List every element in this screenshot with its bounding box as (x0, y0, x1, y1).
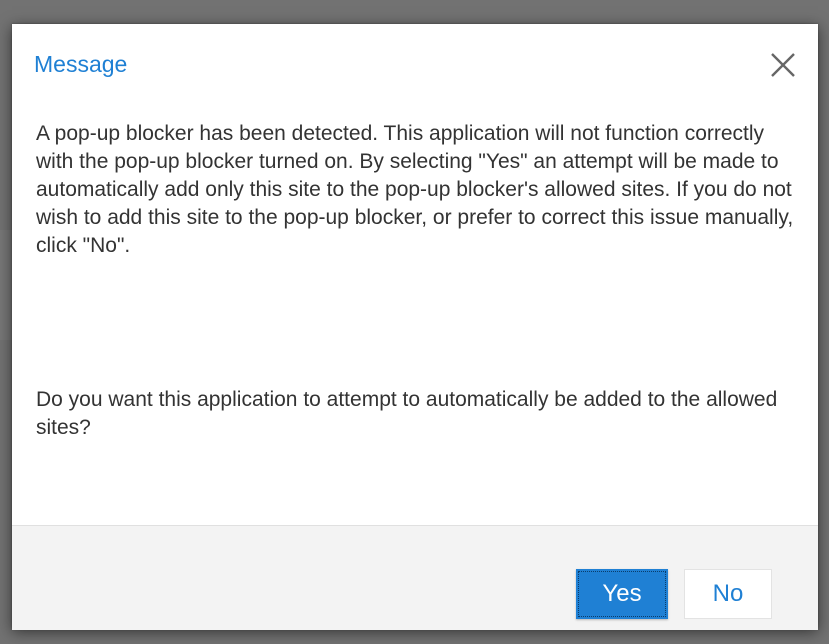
dialog-body: A pop-up blocker has been detected. This… (36, 120, 802, 442)
close-icon (764, 46, 802, 84)
dialog-title: Message (34, 51, 128, 77)
dialog-message: A pop-up blocker has been detected. This… (36, 122, 794, 257)
no-button[interactable]: No (684, 569, 772, 619)
dialog-header: Message (12, 24, 818, 108)
dialog-footer: Yes No (12, 525, 818, 630)
close-button[interactable] (764, 46, 802, 84)
yes-button[interactable]: Yes (576, 569, 668, 619)
popup-blocker-dialog: Message A pop-up blocker has been detect… (12, 24, 818, 630)
dialog-question: Do you want this application to attempt … (36, 388, 778, 439)
